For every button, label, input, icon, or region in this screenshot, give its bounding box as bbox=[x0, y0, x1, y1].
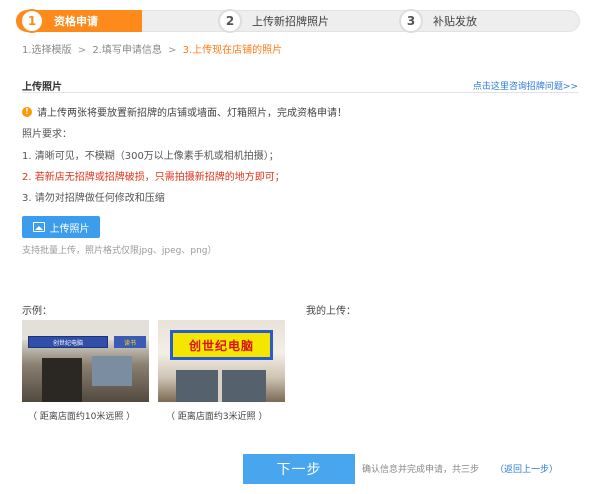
step-progress-bar: 1 资格申请 2 上传新招牌照片 3 补贴发放 bbox=[16, 8, 580, 34]
signboard-help-link[interactable]: 点击这里咨询招牌问题>> bbox=[473, 79, 578, 92]
example-label: 示例： bbox=[22, 306, 52, 317]
photo-door-frame bbox=[218, 370, 222, 402]
requirement-item-3: 3. 请勿对招牌做任何修改和压缩 bbox=[22, 193, 165, 204]
step-2-number: 2 bbox=[218, 9, 242, 33]
step-2: 2 上传新招牌照片 bbox=[218, 8, 329, 34]
photo-storefront-sign-2: 读书 bbox=[114, 336, 146, 348]
my-upload-label: 我的上传： bbox=[306, 306, 356, 317]
upload-button-label: 上传照片 bbox=[49, 223, 90, 235]
breadcrumb-step-1[interactable]: 1.选择模版 bbox=[22, 45, 72, 56]
breadcrumb-step-3-current: 3.上传现在店铺的照片 bbox=[182, 45, 283, 56]
upload-section-header: 上传照片 点击这里咨询招牌问题>> bbox=[22, 76, 578, 93]
upload-photo-button[interactable]: 上传照片 bbox=[22, 216, 100, 238]
step-1-label: 资格申请 bbox=[54, 15, 98, 28]
upload-notice: ! 请上传两张将要放置新招牌的店铺或墙面、灯箱照片，完成资格申请！ bbox=[22, 104, 347, 119]
example-caption-near: （ 距离店面约3米近照 ） bbox=[166, 412, 268, 422]
example-photo-near: 创世纪电脑 bbox=[158, 320, 285, 402]
photo-storefront-sign: 创世纪电脑 bbox=[28, 336, 108, 348]
image-icon bbox=[32, 222, 45, 232]
photo-door bbox=[42, 358, 82, 402]
step-3-number: 3 bbox=[399, 9, 423, 33]
warning-icon: ! bbox=[22, 106, 32, 117]
step-2-label: 上传新招牌照片 bbox=[252, 15, 329, 28]
step-1: 1 资格申请 bbox=[20, 8, 98, 34]
breadcrumb-separator: > bbox=[77, 45, 87, 56]
confirm-info-text: 确认信息并完成申请，共三步 bbox=[362, 465, 480, 475]
photo-signboard: 创世纪电脑 bbox=[170, 330, 273, 360]
breadcrumb: 1.选择模版 > 2.填写申请信息 > 3.上传现在店铺的照片 bbox=[22, 41, 282, 56]
step-3: 3 补贴发放 bbox=[399, 8, 477, 34]
example-caption-far: （ 距离店面约10米远照 ） bbox=[28, 412, 136, 422]
notice-text: 请上传两张将要放置新招牌的店铺或墙面、灯箱照片，完成资格申请！ bbox=[37, 108, 347, 119]
section-title: 上传照片 bbox=[22, 82, 62, 93]
breadcrumb-separator: > bbox=[168, 45, 177, 56]
requirement-item-2: 2. 若新店无招牌或招牌破损，只需拍摄新招牌的地方即可； bbox=[22, 172, 285, 183]
back-step-link[interactable]: （返回上一步） bbox=[495, 462, 558, 475]
requirements-heading: 照片要求： bbox=[22, 129, 72, 140]
step-3-label: 补贴发放 bbox=[433, 15, 477, 28]
upload-format-hint: 支持批量上传，照片格式仅限jpg、jpeg、png） bbox=[22, 246, 217, 256]
breadcrumb-step-2[interactable]: 2.填写申请信息 bbox=[92, 45, 162, 56]
requirement-item-1: 1. 清晰可见，不模糊（300万以上像素手机或相机拍摄）； bbox=[22, 151, 279, 162]
example-photo-far: 创世纪电脑 读书 bbox=[22, 320, 149, 402]
photo-window bbox=[92, 356, 132, 386]
step-1-number: 1 bbox=[20, 9, 44, 33]
next-step-button[interactable]: 下一步 bbox=[243, 454, 355, 484]
